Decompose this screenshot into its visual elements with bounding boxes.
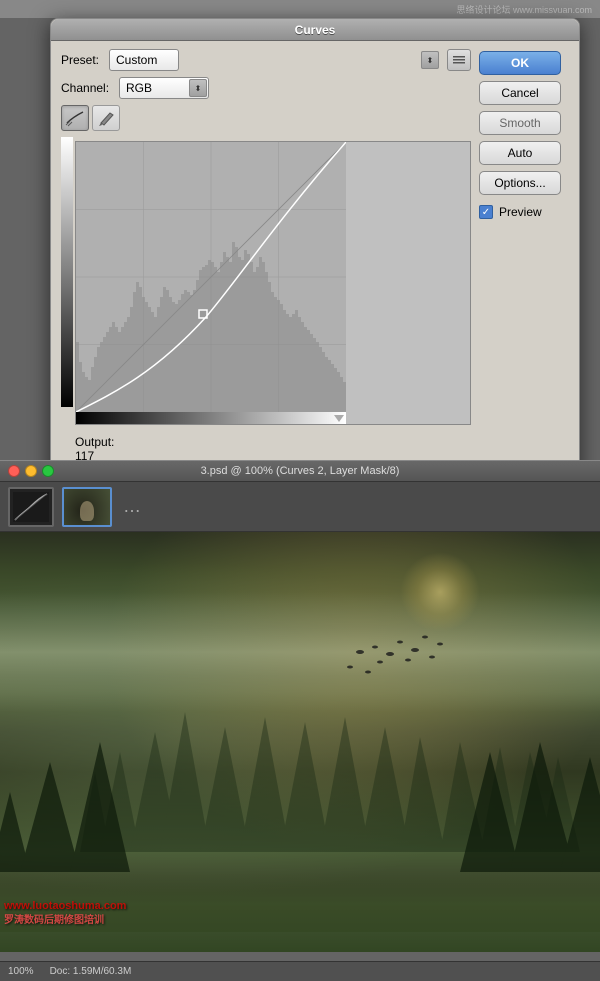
ps-window-controls [8, 465, 54, 477]
options-button[interactable]: Options... [479, 171, 561, 195]
watermark-overlay: www.luotaoshuma.com 罗涛数码后期修图培训 [4, 899, 126, 928]
watermark-text: 思络设计论坛 www.missvuan.com [456, 3, 592, 16]
right-panel: OK Cancel Smooth Auto Options... ✓ Previ… [479, 49, 569, 523]
ellipsis-icon: … [123, 496, 141, 517]
ps-canvas[interactable]: www.luotaoshuma.com 罗涛数码后期修图培训 [0, 532, 600, 952]
output-label: Output: 117 [75, 435, 471, 463]
curves-container [76, 142, 346, 412]
window-maximize-btn[interactable] [42, 465, 54, 477]
channel-select-wrapper: RGB Red Green Blue ⬍ [119, 77, 209, 99]
preset-select[interactable]: Custom [109, 49, 179, 71]
preset-arrow: ⬍ [421, 51, 439, 69]
preview-row: ✓ Preview [479, 201, 569, 223]
preset-label: Preset: [61, 53, 103, 67]
preset-select-wrapper: Custom ⬍ [109, 49, 441, 71]
zoom-level: 100% [8, 966, 34, 977]
curves-svg [76, 142, 346, 412]
auto-button[interactable]: Auto [479, 141, 561, 165]
ps-toolbar: … [0, 482, 600, 532]
pencil-tool-btn[interactable] [92, 105, 120, 131]
left-panel: Preset: Custom ⬍ Channel: [61, 49, 471, 523]
ps-window-bar: 3.psd @ 100% (Curves 2, Layer Mask/8) [0, 460, 600, 482]
gradient-triangle [334, 415, 344, 422]
curves-dialog: Curves Preset: Custom ⬍ [50, 18, 580, 534]
wm-line1: www.luotaoshuma.com [4, 899, 126, 914]
smooth-button[interactable]: Smooth [479, 111, 561, 135]
more-layers-indicator[interactable]: … [120, 487, 144, 527]
preview-checkbox[interactable]: ✓ [479, 205, 493, 219]
doc-size: Doc: 1.59M/60.3M [50, 966, 132, 977]
fairy-silhouette [64, 489, 110, 525]
watermark-bar: 思络设计论坛 www.missvuan.com [0, 0, 600, 18]
gradient-bar-vertical [61, 137, 73, 407]
fairy-shape [80, 501, 94, 521]
curves-area-wrapper [75, 137, 471, 425]
ps-window-title: 3.psd @ 100% (Curves 2, Layer Mask/8) [201, 465, 400, 477]
window-close-btn[interactable] [8, 465, 20, 477]
curve-tool-btn[interactable] [61, 105, 89, 131]
wm-line2: 罗涛数码后期修图培训 [4, 914, 126, 928]
channel-select[interactable]: RGB Red Green Blue [119, 77, 209, 99]
preview-label: Preview [499, 205, 542, 219]
fog-layer [0, 592, 600, 712]
curves-layer-thumb[interactable] [8, 487, 54, 527]
dialog-titlebar: Curves [51, 19, 579, 41]
ps-bottom-bar: 100% Doc: 1.59M/60.3M [0, 961, 600, 981]
channel-label: Channel: [61, 81, 113, 95]
channel-row: Channel: RGB Red Green Blue ⬍ [61, 77, 471, 99]
ok-button[interactable]: OK [479, 51, 561, 75]
output-section: Output: 117 [75, 431, 471, 463]
window-minimize-btn[interactable] [25, 465, 37, 477]
preset-menu-btn[interactable] [447, 49, 471, 71]
image-layer-thumb[interactable] [62, 487, 112, 527]
curves-area[interactable] [75, 141, 471, 425]
moon-glow [400, 552, 480, 632]
preset-row: Preset: Custom ⬍ [61, 49, 471, 71]
tools-row [61, 105, 471, 131]
gradient-bar-horizontal [76, 412, 346, 424]
curves-thumb-content [10, 489, 52, 525]
dialog-title: Curves [295, 23, 336, 37]
cancel-button[interactable]: Cancel [479, 81, 561, 105]
